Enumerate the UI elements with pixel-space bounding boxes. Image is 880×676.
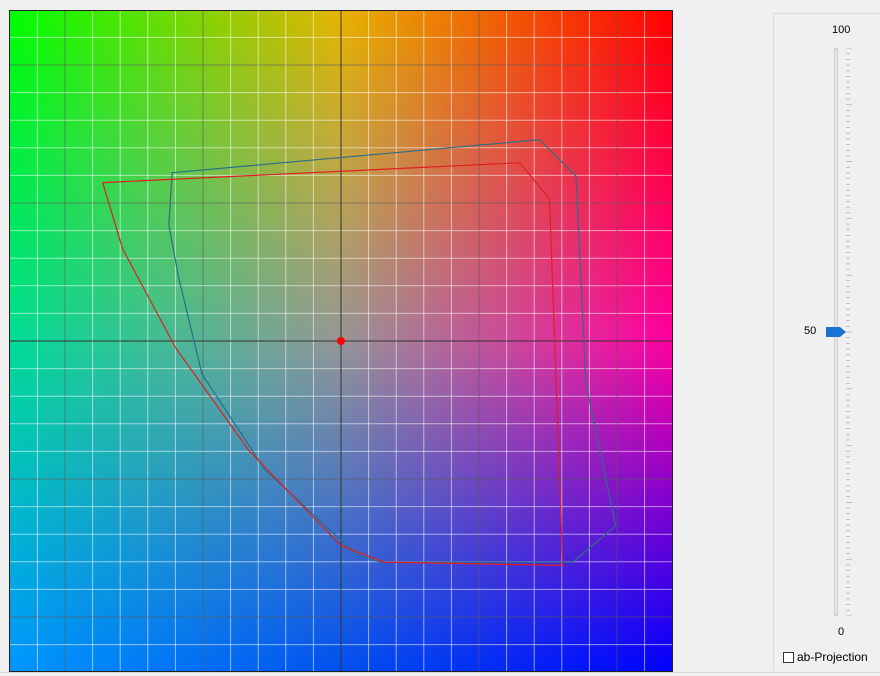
center-point-layer bbox=[337, 337, 345, 345]
ab-projection-checkbox[interactable] bbox=[783, 651, 794, 663]
slider-max-label: 100 bbox=[832, 24, 851, 36]
slider-value-label: 50 bbox=[804, 325, 817, 337]
ab-projection-toggle[interactable]: ab-Projection bbox=[783, 650, 868, 664]
ab-projection-label: ab-Projection bbox=[797, 650, 868, 664]
center-point bbox=[337, 337, 345, 345]
lightness-slider-panel: 100 50 0 ab-Projection bbox=[773, 13, 880, 671]
gamut-overlay bbox=[10, 11, 672, 671]
slider-ticks bbox=[846, 48, 852, 616]
gamut-outline-2 bbox=[101, 162, 564, 567]
ab-color-plane[interactable] bbox=[9, 10, 673, 672]
slider-min-label: 0 bbox=[838, 626, 845, 638]
status-strip bbox=[0, 672, 880, 676]
slider-thumb[interactable] bbox=[826, 327, 846, 337]
gamut-outlines bbox=[101, 139, 617, 567]
